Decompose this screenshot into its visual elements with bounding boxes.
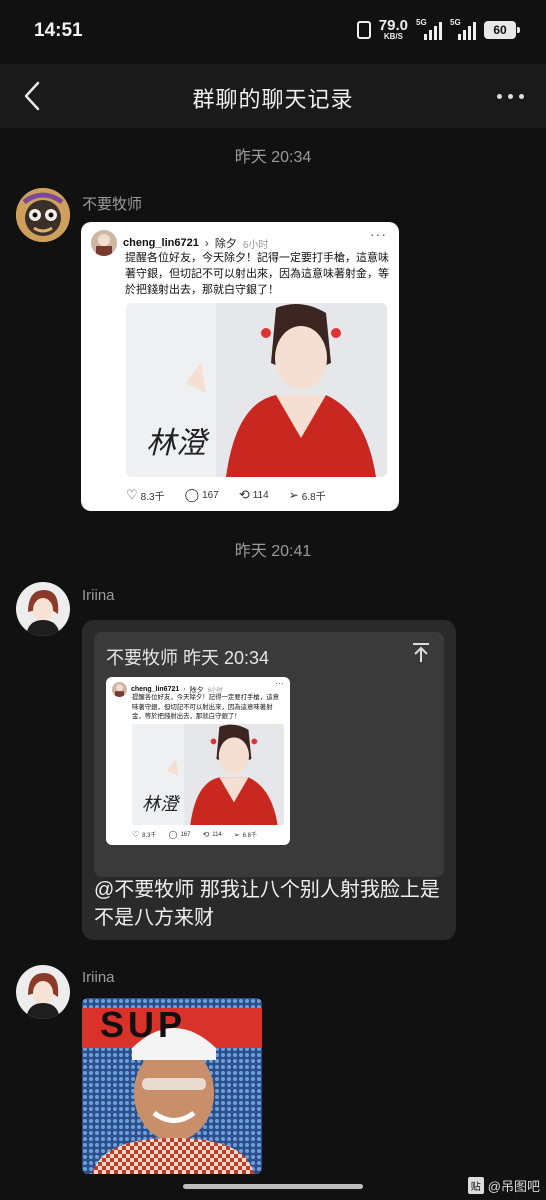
more-options-button[interactable] <box>497 86 524 106</box>
share-icon: ➢ <box>288 488 299 502</box>
dot-icon <box>508 93 513 99</box>
repost-icon: ⟲ <box>202 830 210 839</box>
meme-background-text: SUP <box>100 1004 187 1045</box>
watermark-badge: 贴 <box>467 1177 484 1194</box>
repost-count: 114 <box>252 489 269 501</box>
avatar[interactable] <box>16 188 70 242</box>
home-indicator[interactable] <box>183 1184 363 1189</box>
comment-count: 167 <box>202 489 219 501</box>
heart-icon: ♡ <box>126 487 138 502</box>
user-photo-icon <box>91 230 117 256</box>
dot-icon <box>519 93 524 99</box>
signature: 林澄 <box>146 426 206 461</box>
comment-icon: ◯ <box>168 830 178 839</box>
sender-name: Iriina <box>82 587 115 604</box>
share-button[interactable]: ➢ 6.8千 <box>289 488 326 503</box>
user-photo-icon <box>112 682 127 697</box>
watermark: 贴 @吊图吧 <box>467 1176 540 1195</box>
page-title: 群聊的聊天记录 <box>192 87 354 112</box>
comment-button: ◯ 167 <box>169 830 191 839</box>
repost-count: 114 <box>212 831 222 838</box>
anime-avatar-icon <box>16 965 70 1019</box>
like-button[interactable]: ♡ 8.3千 <box>126 487 165 503</box>
post-photo: 林澄 <box>132 724 284 825</box>
share-count: 6.8千 <box>301 491 326 503</box>
reply-message-bubble[interactable]: 不要牧师 昨天 20:34 cheng_lin6721 › 除夕 6小时 ···… <box>82 620 456 940</box>
share-button: ➢ 6.8千 <box>233 830 257 840</box>
timestamp: 昨天 20:41 <box>234 543 312 560</box>
post-channel: 除夕 <box>214 238 237 250</box>
repost-button[interactable]: ⟲ 114 <box>239 487 269 503</box>
post-more-icon: ··· <box>275 678 284 688</box>
signature: 林澄 <box>142 794 178 815</box>
quoted-message[interactable]: 不要牧师 昨天 20:34 cheng_lin6721 › 除夕 6小时 ···… <box>94 632 444 877</box>
shared-post-card[interactable]: cheng_lin6721 › 除夕 6小时 ··· 提醒各位好友，今天除夕！記… <box>81 222 399 511</box>
comment-button[interactable]: ◯ 167 <box>185 487 219 503</box>
post-time: 6小时 <box>242 239 269 251</box>
post-text: 提醒各位好友，今天除夕！記得一定要打手槍，這意味著守銀，但切記不可以射出來，因為… <box>125 252 389 296</box>
like-button: ♡ 8.3千 <box>132 830 157 839</box>
like-count: 8.3千 <box>142 833 157 839</box>
signal-icon-sim2: 5G <box>450 18 476 40</box>
scroll-to-original-icon[interactable] <box>410 642 432 664</box>
post-text: 提醒各位好友，今天除夕！記得一定要打手槍，這意味著守銀，但切記不可以射出來，因為… <box>132 694 279 720</box>
post-photo[interactable]: 林澄 <box>126 303 387 477</box>
post-actions: ♡ 8.3千 ◯ 167 ⟲ 114 ➢ 6.8千 <box>126 487 326 503</box>
network-speed: 79.0 KB/S <box>379 18 408 41</box>
post-username: cheng_lin6721 <box>123 237 199 249</box>
watermark-text: @吊图吧 <box>487 1179 540 1194</box>
dot-icon <box>497 93 502 99</box>
post-avatar <box>91 230 117 256</box>
like-count: 8.3千 <box>140 491 165 503</box>
image-message[interactable]: SUP <box>82 998 262 1174</box>
network-speed-unit: KB/S <box>383 32 403 41</box>
comment-icon: ◯ <box>184 487 200 502</box>
signal-icon-sim1: 5G <box>416 18 442 40</box>
avatar[interactable] <box>16 582 70 636</box>
cartoon-avatar-icon <box>16 188 70 242</box>
post-actions: ♡ 8.3千 ◯ 167 ⟲ 114 ➢ 6.8千 <box>132 830 257 839</box>
avatar[interactable] <box>16 965 70 1019</box>
share-count: 6.8千 <box>242 833 257 839</box>
quoted-post-card: cheng_lin6721 › 除夕 6小时 ··· 提醒各位好友，今天除夕！記… <box>106 677 290 845</box>
vibrate-icon <box>356 20 371 39</box>
post-channel-chevron: › <box>183 686 186 693</box>
heart-icon: ♡ <box>132 830 140 839</box>
timestamp: 昨天 20:34 <box>234 149 312 166</box>
post-username: cheng_lin6721 <box>131 686 180 693</box>
quoted-message-header: 不要牧师 昨天 20:34 <box>106 648 270 668</box>
status-bar: 14:51 79.0 KB/S 5G 5G 60 <box>0 0 546 64</box>
share-icon: ➢ <box>233 831 240 839</box>
reply-text: @不要牧师 那我让八个别人射我脸上是不是八方来财 <box>94 879 440 929</box>
status-time: 14:51 <box>34 20 83 41</box>
post-avatar <box>112 682 127 697</box>
sender-name: Iriina <box>82 969 115 986</box>
network-speed-value: 79.0 <box>378 17 408 34</box>
battery-icon: 60 <box>484 20 520 39</box>
post-channel-chevron: › <box>204 236 209 250</box>
post-more-icon[interactable]: ··· <box>370 226 387 242</box>
chat-header: 群聊的聊天记录 <box>0 64 546 128</box>
sender-name: 不要牧师 <box>82 196 143 213</box>
anime-avatar-icon <box>16 582 70 636</box>
repost-icon: ⟲ <box>238 487 250 502</box>
comment-count: 167 <box>180 831 191 838</box>
repost-button: ⟲ 114 <box>202 830 221 839</box>
status-icons: 79.0 KB/S 5G 5G 60 <box>356 18 520 41</box>
